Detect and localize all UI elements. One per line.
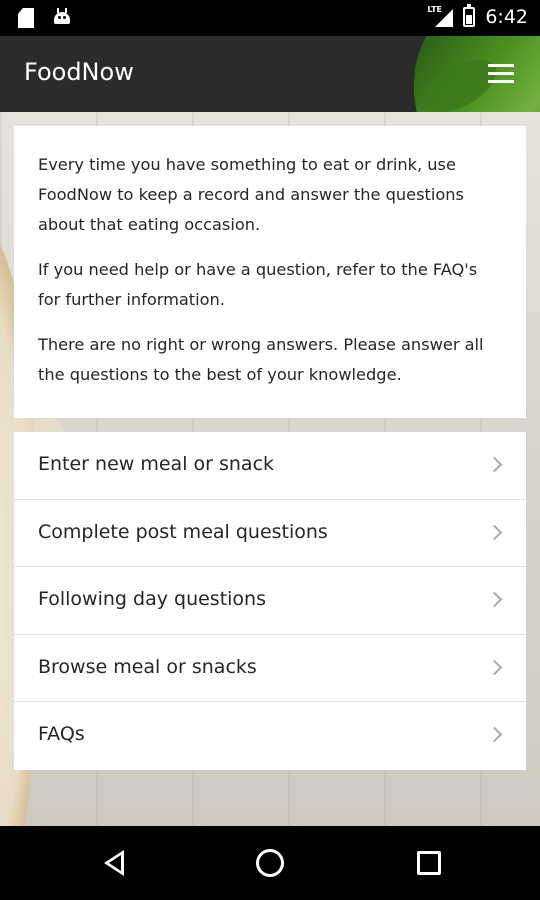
lte-signal-icon: LTE: [427, 5, 454, 27]
intro-paragraph: Every time you have something to eat or …: [38, 155, 464, 234]
menu-item-label: FAQs: [38, 723, 85, 746]
menu-item-label: Complete post meal questions: [38, 520, 328, 543]
chevron-right-icon: [486, 659, 503, 676]
chevron-right-icon: [486, 456, 503, 473]
main-content: Every time you have something to eat or …: [0, 112, 540, 826]
menu-item-post-meal-questions[interactable]: Complete post meal questions: [14, 500, 526, 568]
home-icon[interactable]: [255, 848, 285, 878]
android-icon: [52, 8, 72, 26]
menu-item-following-day-questions[interactable]: Following day questions: [14, 567, 526, 635]
intro-paragraph: There are no right or wrong answers. Ple…: [38, 335, 484, 384]
status-time: 6:42: [485, 6, 528, 28]
menu-item-label: Browse meal or snacks: [38, 655, 257, 678]
app-title: FoodNow: [24, 58, 134, 86]
menu-item-label: Following day questions: [38, 588, 266, 611]
status-bar: LTE 6:42: [0, 0, 540, 36]
menu-item-enter-new-meal[interactable]: Enter new meal or snack: [14, 432, 526, 500]
intro-card: Every time you have something to eat or …: [14, 126, 526, 418]
menu-item-faqs[interactable]: FAQs: [14, 702, 526, 770]
main-menu-list: Enter new meal or snack Complete post me…: [14, 432, 526, 770]
system-icons: LTE 6:42: [427, 4, 528, 28]
back-icon[interactable]: [100, 848, 130, 878]
menu-item-browse-meals[interactable]: Browse meal or snacks: [14, 635, 526, 703]
system-navigation-bar: [0, 826, 540, 900]
chevron-right-icon: [486, 727, 503, 743]
menu-item-label: Enter new meal or snack: [38, 453, 275, 475]
notification-icons: [18, 8, 72, 28]
chevron-right-icon: [486, 524, 503, 540]
battery-icon: [463, 4, 476, 27]
app-bar: FoodNow: [0, 36, 540, 112]
chevron-right-icon: [486, 591, 503, 608]
hamburger-menu-icon[interactable]: [488, 64, 514, 84]
sd-card-icon: [18, 8, 34, 28]
intro-paragraph: If you need help or have a question, ref…: [38, 260, 478, 309]
recents-icon[interactable]: [414, 848, 444, 878]
